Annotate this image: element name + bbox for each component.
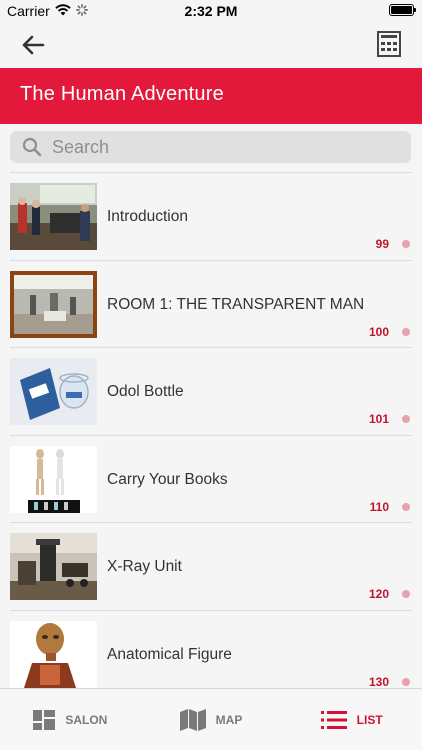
thumbnail-odol-bottle	[10, 358, 97, 425]
item-title: ROOM 1: THE TRANSPARENT MAN	[107, 295, 365, 313]
exhibit-list: Introduction 99 ROOM 1: THE TRANSPARENT	[10, 172, 412, 688]
list-item[interactable]: Introduction 99	[10, 172, 412, 260]
battery-icon	[389, 4, 416, 16]
thumbnail-carry-your-books	[10, 445, 97, 513]
thumbnail-x-ray-unit	[10, 533, 97, 600]
status-dot	[402, 415, 410, 423]
search-input[interactable]	[52, 136, 372, 158]
list-item[interactable]: Carry Your Books 110	[10, 434, 412, 523]
item-title: Introduction	[107, 208, 188, 225]
tab-list-label: LIST	[356, 712, 383, 727]
nav-bar	[0, 22, 422, 68]
item-number: 130	[368, 674, 389, 689]
grid-icon	[33, 709, 56, 730]
status-dot	[402, 327, 410, 336]
list-item[interactable]: Odol Bottle 101	[10, 347, 412, 435]
status-time: 2:32 PM	[184, 3, 238, 19]
app-screen: Carrier 2:32 PM The Human Adventure Sear…	[0, 0, 422, 750]
thumbnail-transparent-man	[10, 270, 97, 338]
status-bar: Carrier 2:32 PM	[0, 0, 422, 22]
item-number: 99	[375, 237, 389, 251]
map-icon	[179, 708, 206, 731]
list-icon	[320, 710, 347, 729]
tab-map[interactable]: MAP	[141, 689, 282, 750]
status-dot	[402, 240, 410, 248]
search-bar	[0, 124, 422, 172]
search-icon	[22, 137, 42, 157]
page-title: The Human Adventure	[20, 83, 224, 105]
tab-salon-label: SALON	[65, 712, 108, 727]
list-item[interactable]: ROOM 1: THE TRANSPARENT MAN 100	[10, 259, 412, 348]
list-item[interactable]: Anatomical Figure 130	[10, 609, 412, 689]
tab-salon[interactable]: SALON	[0, 689, 141, 750]
tab-map-label: MAP	[215, 712, 243, 727]
item-title: Anatomical Figure	[107, 645, 232, 663]
item-title: X-Ray Unit	[107, 558, 182, 575]
status-dot	[402, 590, 410, 598]
calculator-button[interactable]	[374, 29, 404, 59]
thumbnail-anatomical-figure	[10, 620, 97, 688]
item-number: 100	[368, 324, 389, 339]
item-number: 120	[368, 587, 389, 601]
status-dot	[402, 502, 410, 511]
thumbnail-introduction	[10, 183, 97, 250]
tab-list[interactable]: LIST	[281, 689, 422, 750]
tab-bar: SALON MAP LIST	[0, 688, 422, 750]
calculator-icon	[377, 31, 401, 57]
item-title: Carry Your Books	[107, 470, 228, 488]
status-dot	[402, 677, 410, 686]
back-button[interactable]	[18, 30, 48, 60]
item-number: 101	[368, 412, 389, 426]
list-item[interactable]: X-Ray Unit 120	[10, 522, 412, 610]
item-title: Odol Bottle	[107, 383, 184, 400]
search-box[interactable]	[10, 131, 411, 163]
title-header: The Human Adventure	[0, 68, 422, 124]
back-arrow-icon	[22, 35, 45, 55]
item-number: 110	[369, 499, 389, 514]
